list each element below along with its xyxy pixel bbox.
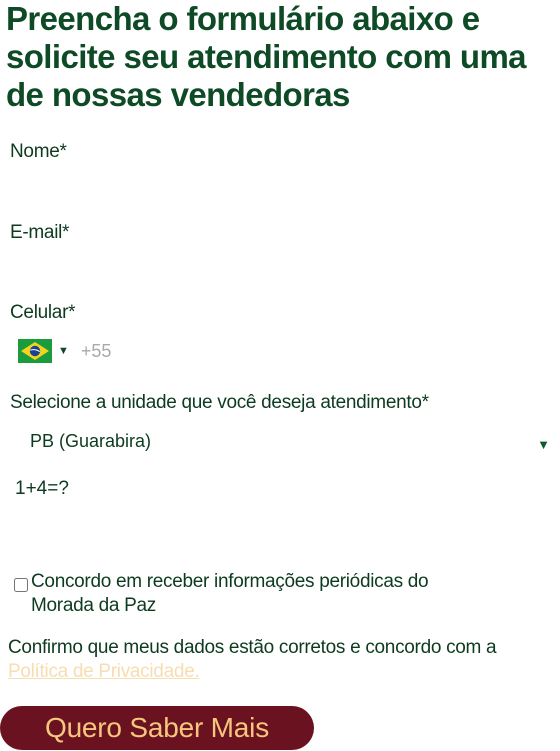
privacy-text: Confirmo que meus dados estão corretos e… (8, 637, 497, 658)
phone-label: Celular* (10, 302, 76, 323)
unit-selected-value: PB (Guarabira) (30, 430, 152, 451)
phone-field[interactable]: ▼ +55 (18, 336, 548, 366)
email-label: E-mail* (10, 222, 70, 243)
brazil-flag-icon[interactable] (18, 339, 52, 363)
page-title: Preencha o formulário abaixo e solicite … (6, 0, 527, 113)
consent-checkbox[interactable] (14, 578, 28, 592)
privacy-policy-link[interactable]: Política de Privacidade. (8, 661, 200, 682)
dial-code: +55 (80, 340, 112, 361)
unit-select[interactable]: PB (Guarabira) ▼ (30, 426, 550, 456)
privacy-statement: Confirmo que meus dados estão corretos e… (8, 636, 548, 684)
captcha-label: 1+4=? (15, 478, 69, 499)
country-dropdown-caret-icon[interactable]: ▼ (58, 345, 69, 357)
captcha-input[interactable] (10, 510, 554, 552)
submit-button[interactable]: Quero Saber Mais (0, 706, 314, 750)
chevron-down-icon[interactable]: ▼ (537, 437, 550, 452)
name-label: Nome* (10, 141, 67, 162)
email-input[interactable] (10, 252, 554, 288)
name-input[interactable] (10, 170, 554, 206)
consent-text: Concordo em receber informações periódic… (31, 571, 429, 616)
unit-label: Selecione a unidade que você deseja aten… (10, 392, 429, 413)
